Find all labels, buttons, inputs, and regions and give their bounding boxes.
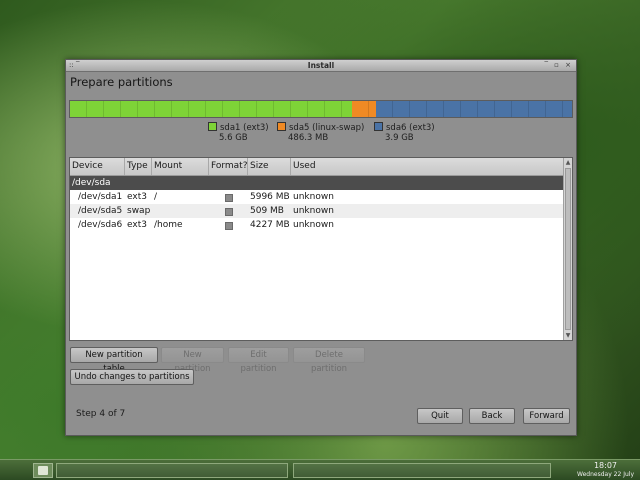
legend-swatch-icon [208, 122, 217, 131]
cell-size: 5996 MB [250, 192, 290, 202]
column-header-used[interactable]: Used [291, 158, 563, 175]
legend-item-sda6: sda6 (ext3) 3.9 GB [374, 122, 435, 143]
cell-device: /dev/sda5 [78, 206, 123, 216]
clock-date: Wednesday 22 July [577, 471, 634, 478]
title-bar[interactable]: :: ‾ Install ‾ ▫ × [66, 60, 576, 72]
cell-device: /dev/sda6 [78, 220, 123, 230]
partition-bar [69, 100, 573, 118]
cell-type: swap [127, 206, 151, 216]
table-row[interactable]: /dev/sda1 ext3 / 5996 MB unknown [70, 190, 572, 204]
legend-swatch-icon [374, 122, 383, 131]
format-checkbox[interactable] [225, 208, 233, 216]
format-checkbox[interactable] [225, 222, 233, 230]
cell-mount: /home [154, 220, 183, 230]
legend-size: 5.6 GB [219, 133, 248, 143]
new-partition-button[interactable]: New partition [161, 347, 224, 374]
legend-label: sda1 (ext3) [220, 123, 269, 133]
cell-mount: / [154, 192, 158, 202]
window-title: Install [307, 61, 335, 70]
delete-partition-button[interactable]: Delete partition [293, 347, 365, 374]
legend-size: 3.9 GB [385, 133, 414, 143]
installer-window: :: ‾ Install ‾ ▫ × Prepare partitions sd… [65, 59, 577, 436]
cell-used: unknown [293, 206, 334, 216]
partition-segment-sda6 [375, 101, 572, 117]
column-header-type[interactable]: Type [125, 158, 152, 175]
legend-size: 486.3 MB [288, 133, 329, 143]
legend-label: sda6 (ext3) [386, 123, 435, 133]
clock[interactable]: 18:07 Wednesday 22 July [577, 461, 634, 479]
table-header: Device Type Mount point Format? Size Use… [70, 158, 572, 188]
disk-label: /dev/sda [72, 178, 111, 188]
scroll-up-icon[interactable]: ▲ [564, 158, 572, 167]
table-row[interactable]: /dev/sda6 ext3 /home 4227 MB unknown [70, 218, 572, 232]
window-controls-icon[interactable]: ‾ ▫ × [544, 60, 573, 71]
taskbar: 18:07 Wednesday 22 July [0, 459, 640, 480]
back-button[interactable]: Back [469, 408, 515, 424]
vertical-scrollbar[interactable]: ▲ ▼ [563, 158, 572, 340]
legend-swatch-icon [277, 122, 286, 131]
format-checkbox[interactable] [225, 194, 233, 202]
scroll-thumb[interactable] [565, 168, 571, 330]
cell-used: unknown [293, 192, 334, 202]
column-header-device[interactable]: Device [70, 158, 125, 175]
taskbar-slot[interactable] [56, 463, 288, 478]
edit-partition-button[interactable]: Edit partition [228, 347, 289, 374]
cell-used: unknown [293, 220, 334, 230]
table-row-disk[interactable]: /dev/sda [70, 176, 572, 190]
partition-segment-sda1 [70, 101, 353, 117]
undo-changes-button[interactable]: Undo changes to partitions [70, 369, 194, 385]
column-header-format[interactable]: Format? [209, 158, 248, 175]
forward-button[interactable]: Forward [523, 408, 570, 424]
cell-device: /dev/sda1 [78, 192, 123, 202]
new-partition-table-button[interactable]: New partition table [70, 347, 158, 374]
step-indicator: Step 4 of 7 [76, 409, 126, 419]
legend-item-sda1: sda1 (ext3) 5.6 GB [208, 122, 269, 143]
table-row[interactable]: /dev/sda5 swap 509 MB unknown [70, 204, 572, 218]
legend-item-sda5: sda5 (linux-swap) 486.3 MB [277, 122, 364, 143]
column-header-size[interactable]: Size [248, 158, 291, 175]
taskbar-slot[interactable] [293, 463, 551, 478]
cell-type: ext3 [127, 192, 147, 202]
clock-time: 18:07 [593, 461, 618, 470]
cell-size: 4227 MB [250, 220, 290, 230]
scroll-down-icon[interactable]: ▼ [564, 331, 572, 340]
app-menu-icon[interactable] [33, 463, 53, 478]
partition-table[interactable]: Device Type Mount point Format? Size Use… [69, 157, 573, 341]
cell-type: ext3 [127, 220, 147, 230]
cell-size: 509 MB [250, 206, 284, 216]
column-header-mount[interactable]: Mount point [152, 158, 209, 188]
quit-button[interactable]: Quit [417, 408, 463, 424]
legend-label: sda5 (linux-swap) [289, 123, 365, 133]
page-title: Prepare partitions [70, 75, 173, 89]
partition-segment-sda5 [352, 101, 376, 117]
